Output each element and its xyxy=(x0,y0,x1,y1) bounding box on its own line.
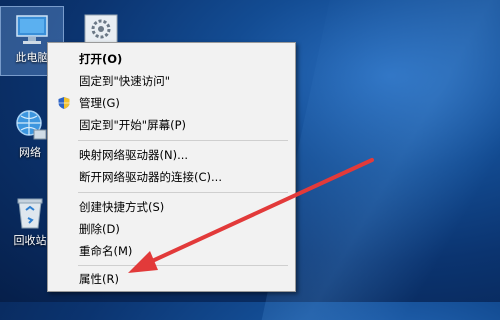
menu-item-delete[interactable]: 删除(D) xyxy=(48,218,295,240)
menu-separator xyxy=(78,265,288,266)
menu-item-create-shortcut[interactable]: 创建快捷方式(S) xyxy=(48,196,295,218)
menu-separator xyxy=(78,192,288,193)
menu-item-properties[interactable]: 属性(R) xyxy=(48,268,295,290)
menu-item-disconnect-drive[interactable]: 断开网络驱动器的连接(C)... xyxy=(48,166,295,188)
menu-item-map-drive[interactable]: 映射网络驱动器(N)... xyxy=(48,144,295,166)
menu-item-pin-start[interactable]: 固定到"开始"屏幕(P) xyxy=(48,114,295,136)
context-menu: 打开(O) 固定到"快速访问" 管理(G) 固定到"开始"屏幕(P) 映射网络驱… xyxy=(47,42,296,292)
globe-network-icon xyxy=(16,110,47,140)
wallpaper-light-beam xyxy=(261,0,500,320)
recycle-bin-icon xyxy=(17,198,43,229)
shield-icon xyxy=(58,97,70,109)
menu-item-open[interactable]: 打开(O) xyxy=(48,48,295,70)
menu-item-manage[interactable]: 管理(G) xyxy=(48,92,295,114)
computer-icon xyxy=(16,15,48,44)
menu-separator xyxy=(78,140,288,141)
menu-item-rename[interactable]: 重命名(M) xyxy=(48,240,295,262)
gear-icon xyxy=(84,14,118,44)
menu-item-pin-quick-access[interactable]: 固定到"快速访问" xyxy=(48,70,295,92)
menu-item-manage-label: 管理(G) xyxy=(79,96,120,110)
